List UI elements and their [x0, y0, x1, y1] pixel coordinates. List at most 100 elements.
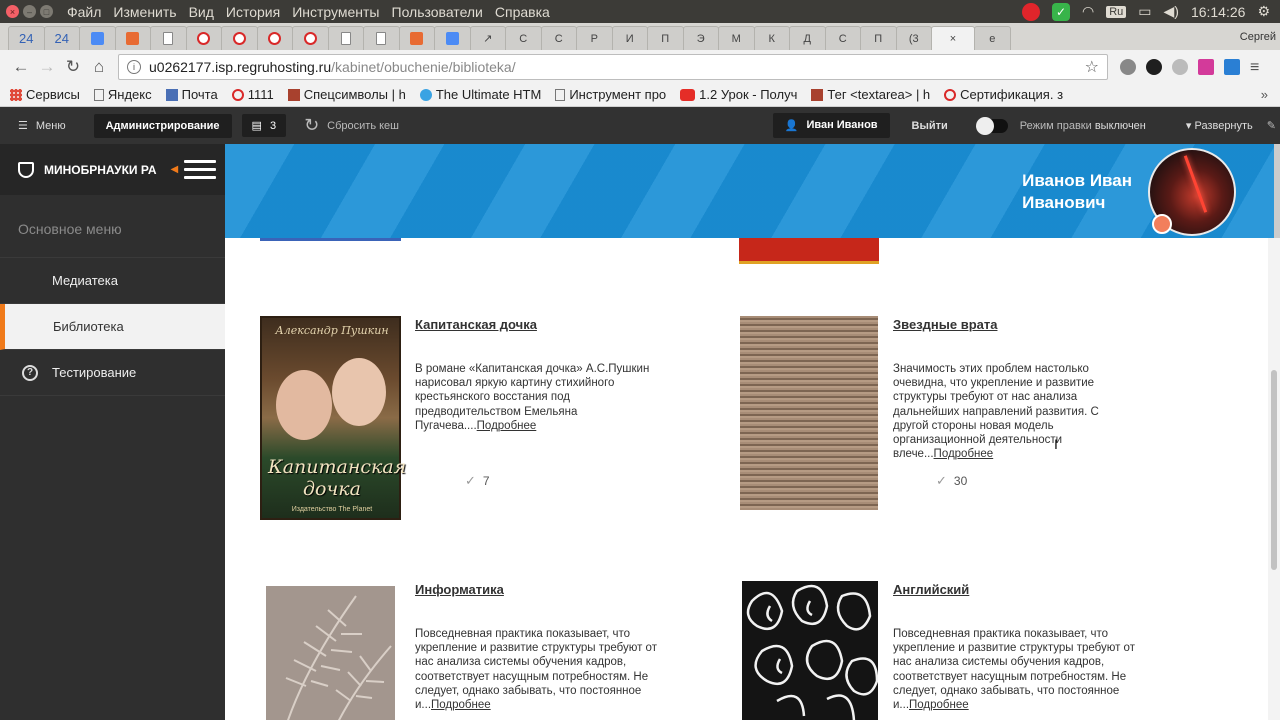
- read-more-link[interactable]: Подробнее: [934, 448, 994, 460]
- extension-icon[interactable]: [1172, 58, 1188, 75]
- sidebar-item-mediateka[interactable]: Медиатека: [0, 258, 225, 304]
- browser-tab[interactable]: [363, 26, 400, 50]
- book-title-link[interactable]: Звездные врата: [893, 317, 997, 332]
- book-title-link[interactable]: Английский: [893, 582, 969, 597]
- browser-tab[interactable]: [434, 26, 471, 50]
- back-arrow-icon[interactable]: ←: [8, 57, 34, 77]
- tab-close-icon[interactable]: ×: [950, 33, 956, 45]
- edit-mode-switch[interactable]: [975, 116, 1008, 135]
- comments-badge-button[interactable]: ▤ 3: [241, 114, 287, 137]
- scrollbar-thumb[interactable]: [1271, 370, 1277, 570]
- user-full-name[interactable]: Иванов Иван Иванович: [1022, 170, 1132, 214]
- browser-menu-icon[interactable]: ≡: [1250, 59, 1259, 76]
- extension-icon[interactable]: [1146, 58, 1162, 75]
- clock[interactable]: 16:14:26: [1191, 4, 1246, 20]
- browser-tab[interactable]: С: [824, 26, 861, 50]
- bookmark-yandex[interactable]: Яндекс: [93, 87, 152, 102]
- browser-tab[interactable]: [292, 26, 329, 50]
- sidebar-brand[interactable]: МИНОБРНАУКИ РА: [44, 163, 157, 177]
- read-more-link[interactable]: Подробнее: [477, 420, 537, 432]
- forward-arrow-icon[interactable]: →: [34, 57, 60, 77]
- hamburger-menu-icon[interactable]: [184, 160, 217, 179]
- extension-icon[interactable]: [1120, 58, 1136, 75]
- browser-tab[interactable]: [398, 26, 435, 50]
- browser-tab[interactable]: [79, 26, 116, 50]
- browser-tab[interactable]: [185, 26, 222, 50]
- home-icon[interactable]: ⌂: [86, 57, 112, 77]
- bookmark-textarea[interactable]: Тег <textarea> | h: [811, 87, 930, 102]
- avatar-badge-icon[interactable]: [1152, 214, 1172, 234]
- browser-tab[interactable]: К: [753, 26, 790, 50]
- browser-tab[interactable]: [221, 26, 258, 50]
- book-cover[interactable]: [266, 586, 395, 720]
- keyboard-layout[interactable]: Ru: [1106, 5, 1127, 18]
- browser-tab[interactable]: С: [505, 26, 542, 50]
- read-more-link[interactable]: Подробнее: [431, 699, 491, 711]
- book-cover[interactable]: Александр Пушкин Капитанская дочка Издат…: [260, 316, 406, 520]
- pin-icon[interactable]: ✎: [1267, 119, 1276, 132]
- browser-tab[interactable]: [150, 26, 187, 50]
- os-menu-tools[interactable]: Инструменты: [292, 4, 379, 20]
- browser-tab[interactable]: 24: [8, 26, 45, 50]
- settings-gear-icon[interactable]: ⚙: [1257, 3, 1270, 20]
- sidebar-item-testing[interactable]: ? Тестирование: [0, 350, 225, 396]
- browser-tab[interactable]: П: [860, 26, 897, 50]
- browser-tab[interactable]: [256, 26, 293, 50]
- bookmark-mail[interactable]: Почта: [165, 87, 218, 102]
- browser-tab[interactable]: Д: [789, 26, 826, 50]
- bookmark-services[interactable]: Сервисы: [10, 87, 80, 102]
- browser-tab[interactable]: [114, 26, 151, 50]
- book-cover[interactable]: [742, 581, 878, 720]
- book-cover-partial[interactable]: [260, 238, 401, 241]
- browser-tab[interactable]: ↗: [469, 26, 506, 50]
- bookmark-tool[interactable]: Инструмент про: [555, 87, 666, 102]
- volume-icon[interactable]: ◀): [1164, 3, 1179, 20]
- book-cover[interactable]: [740, 316, 878, 510]
- bookmark-certification[interactable]: Сертификация. з: [944, 87, 1063, 102]
- bookmark-special-symbols[interactable]: Спецсимволы | h: [287, 87, 406, 102]
- window-minimize-icon[interactable]: –: [23, 5, 36, 18]
- sidebar-item-biblioteka[interactable]: Библиотека: [0, 304, 225, 350]
- battery-icon[interactable]: ▭: [1138, 3, 1151, 20]
- current-user-button[interactable]: 👤 Иван Иванов: [772, 113, 890, 138]
- browser-tab[interactable]: М: [718, 26, 755, 50]
- book-cover-partial[interactable]: [739, 238, 879, 264]
- wifi-icon[interactable]: ◠: [1082, 3, 1094, 20]
- admin-menu-button[interactable]: ☰ Меню: [0, 119, 84, 133]
- administration-button[interactable]: Администрирование: [93, 113, 232, 138]
- extension-icon[interactable]: [1224, 58, 1240, 75]
- book-title-link[interactable]: Капитанская дочка: [415, 317, 537, 332]
- os-menu-view[interactable]: Вид: [189, 4, 214, 20]
- bookmark-1111[interactable]: 1111: [231, 87, 274, 102]
- browser-tab[interactable]: С: [540, 26, 577, 50]
- clear-cache-button[interactable]: ↻ Сбросить кеш: [304, 115, 399, 136]
- browser-tab[interactable]: е: [974, 26, 1011, 50]
- os-menu-users[interactable]: Пользователи: [392, 4, 483, 20]
- browser-profile-user[interactable]: Сергей: [1240, 31, 1276, 43]
- os-menu-history[interactable]: История: [226, 4, 280, 20]
- book-title-link[interactable]: Информатика: [415, 582, 504, 597]
- page-scrollbar[interactable]: [1268, 238, 1280, 720]
- bookmark-ultimate-html[interactable]: The Ultimate HTM: [419, 87, 541, 102]
- browser-tab[interactable]: Р: [576, 26, 613, 50]
- reload-icon[interactable]: ↻: [60, 57, 86, 77]
- browser-tab[interactable]: 24: [43, 26, 80, 50]
- browser-tab[interactable]: И: [611, 26, 648, 50]
- browser-tab[interactable]: Э: [682, 26, 719, 50]
- logout-button[interactable]: Выйти: [912, 120, 948, 132]
- os-menu-help[interactable]: Справка: [495, 4, 550, 20]
- record-icon[interactable]: [1021, 2, 1040, 21]
- browser-tab[interactable]: П: [647, 26, 684, 50]
- bookmark-star-icon[interactable]: ☆: [1085, 57, 1099, 77]
- edit-mode-toggle[interactable]: Режим правки выключен: [975, 116, 1146, 135]
- bookmarks-overflow[interactable]: »: [1261, 87, 1268, 102]
- expand-button[interactable]: ▾ Развернуть: [1186, 119, 1253, 132]
- browser-tab[interactable]: (3: [895, 26, 932, 50]
- window-close-icon[interactable]: ×: [6, 5, 19, 18]
- shield-check-icon[interactable]: ✓: [1051, 2, 1070, 21]
- read-more-link[interactable]: Подробнее: [909, 699, 969, 711]
- bookmark-lesson[interactable]: 1.2 Урок - Получ: [680, 87, 797, 102]
- extension-icon[interactable]: [1198, 58, 1214, 75]
- window-maximize-icon[interactable]: □: [40, 5, 53, 18]
- site-info-icon[interactable]: i: [127, 59, 141, 74]
